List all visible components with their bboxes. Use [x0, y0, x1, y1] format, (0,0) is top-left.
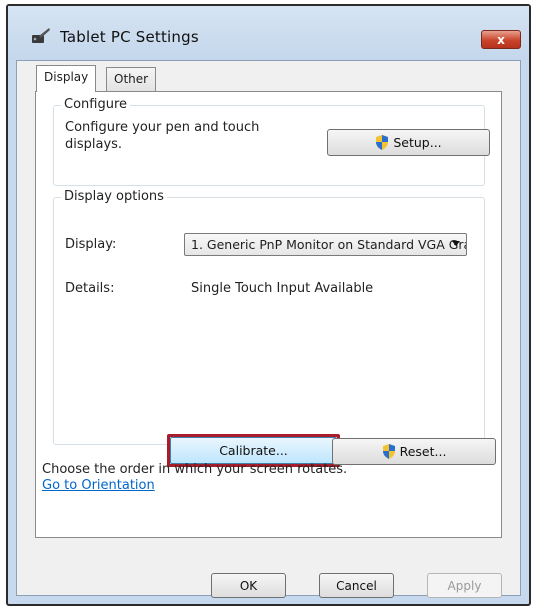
cancel-label: Cancel — [336, 578, 377, 593]
title-bar[interactable]: Tablet PC Settings x — [8, 6, 529, 60]
apply-label: Apply — [447, 578, 482, 593]
reset-button[interactable]: Reset... — [332, 438, 496, 465]
ok-label: OK — [239, 578, 258, 593]
uac-shield-icon — [376, 135, 389, 150]
calibrate-label: Calibrate... — [219, 443, 288, 458]
pen-tablet-icon — [32, 28, 50, 43]
reset-label: Reset... — [399, 444, 447, 459]
configure-description: Configure your pen and touch displays. — [65, 120, 260, 152]
tablet-pc-settings-window: Tablet PC Settings x Display Other Confi… — [6, 4, 531, 606]
apply-button[interactable]: Apply — [427, 573, 502, 598]
display-label: Display: — [65, 237, 117, 252]
display-tab-panel: Configure Configure your pen and touch d… — [35, 91, 502, 538]
tab-other[interactable]: Other — [106, 67, 157, 91]
window-title: Tablet PC Settings — [60, 28, 199, 46]
orientation-text: Choose the order in which your screen ro… — [42, 462, 348, 477]
configure-legend: Configure — [61, 97, 131, 112]
dialog-client-area: Display Other Configure Configure your p… — [16, 60, 521, 598]
close-button[interactable]: x — [481, 30, 521, 49]
tab-display[interactable]: Display — [36, 65, 97, 92]
display-options-group: Display options Display: 1. Generic PnP … — [53, 189, 496, 467]
close-icon: x — [497, 32, 505, 47]
display-select-value: 1. Generic PnP Monitor on Standard VGA G… — [191, 237, 466, 252]
setup-button[interactable]: Setup... — [327, 129, 490, 156]
configure-group: Configure Configure your pen and touch d… — [53, 97, 490, 186]
display-options-legend: Display options — [61, 189, 167, 204]
dropdown-arrow-icon — [452, 241, 460, 246]
uac-shield-icon — [382, 444, 395, 459]
details-value: Single Touch Input Available — [191, 281, 374, 296]
cancel-button[interactable]: Cancel — [319, 573, 394, 598]
details-label: Details: — [65, 281, 115, 296]
go-to-orientation-link[interactable]: Go to Orientation — [42, 477, 155, 494]
display-select[interactable]: 1. Generic PnP Monitor on Standard VGA G… — [184, 233, 467, 256]
ok-button[interactable]: OK — [211, 573, 286, 598]
calibrate-button-face: Calibrate... — [170, 437, 337, 464]
setup-label: Setup... — [393, 135, 442, 150]
